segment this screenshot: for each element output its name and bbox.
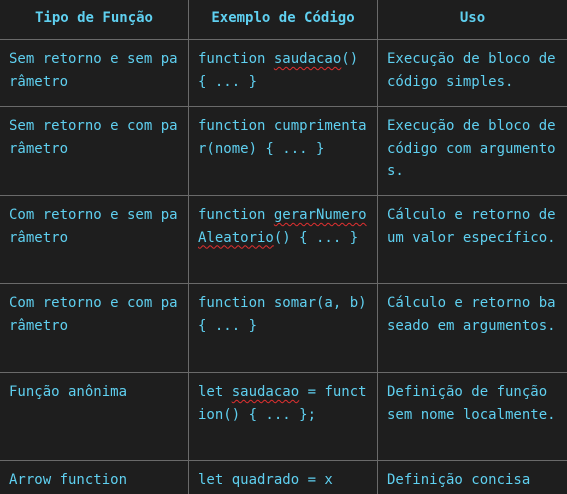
code-cell[interactable]: function gerarNumeroAleatorio() { ... } [189, 196, 378, 283]
code-cell[interactable]: function somar(a, b) { ... } [189, 284, 378, 372]
use-cell: Cálculo e retorno de um valor específico… [387, 207, 565, 246]
table-row: Sem retorno e sem parâmetro function sau… [0, 40, 567, 107]
table-row: Com retorno e sem parâmetro function ger… [0, 196, 567, 284]
code-text: let quadrado = x [198, 472, 333, 488]
type-cell: Função anônima [0, 373, 189, 460]
code-cell[interactable]: let saudacao = function() { ... }; [189, 373, 378, 460]
code-cell[interactable]: let quadrado = x [189, 461, 378, 494]
code-text: function somar(a, b) { ... } [198, 295, 376, 334]
table-row: Sem retorno e com parâmetro function cum… [0, 107, 567, 196]
table-row: Função anônima let saudacao = function()… [0, 373, 567, 461]
type-cell: Sem retorno e sem parâmetro [0, 40, 189, 106]
table-row: Com retorno e com parâmetro function som… [0, 284, 567, 373]
code-text: function [198, 207, 274, 223]
type-cell: Arrow function [0, 461, 189, 494]
type-cell: Com retorno e com parâmetro [0, 284, 189, 372]
function-types-table: Tipo de Função Exemplo de Código Uso Sem… [0, 0, 567, 494]
header-tipo-de-funcao: Tipo de Função [0, 0, 189, 39]
table-row: Arrow function let quadrado = x Definiçã… [0, 461, 567, 494]
use-cell: Execução de bloco de código simples. [387, 51, 565, 90]
misspelled-word[interactable]: saudacao [274, 51, 341, 67]
code-text: () { ... } [273, 229, 359, 246]
code-cell[interactable]: function cumprimentar(nome) { ... } [189, 107, 378, 195]
type-cell: Sem retorno e com parâmetro [0, 107, 189, 195]
header-uso: Uso [459, 10, 486, 26]
code-text: let [198, 384, 232, 400]
table-header-row: Tipo de Função Exemplo de Código Uso [0, 0, 567, 40]
header-exemplo-de-codigo: Exemplo de Código [189, 0, 378, 39]
use-cell: Definição de função sem nome localmente. [387, 384, 556, 423]
code-text: function cumprimentar(nome) { ... } [198, 118, 367, 157]
type-cell: Com retorno e sem parâmetro [0, 196, 189, 283]
use-cell: Cálculo e retorno baseado em argumentos. [387, 295, 556, 334]
use-cell: Definição concisa [387, 472, 531, 488]
misspelled-word[interactable]: saudacao [232, 384, 299, 400]
code-text: function [198, 51, 274, 67]
use-cell: Execução de bloco de código com argument… [387, 118, 565, 179]
code-cell[interactable]: function saudacao() { ... } [189, 40, 378, 106]
